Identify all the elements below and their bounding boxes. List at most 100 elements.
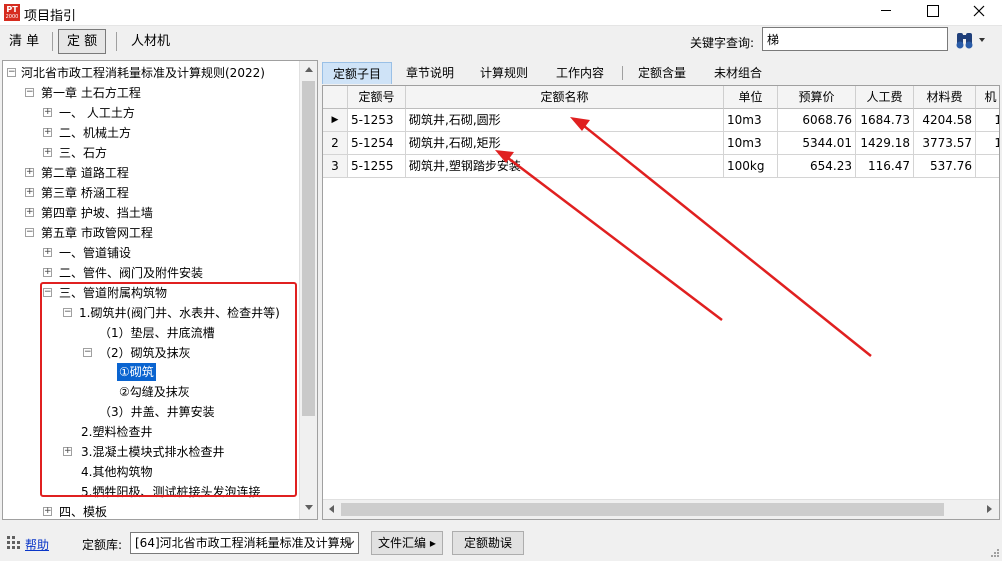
- tree-node-label: 第二章 道路工程: [41, 166, 129, 180]
- close-button[interactable]: [956, 0, 1002, 22]
- table-row[interactable]: ▶ 5-1253 砌筑井,石砌,圆形 10m3 6068.76 1684.73 …: [323, 109, 999, 132]
- header-code[interactable]: 定额号: [348, 86, 406, 109]
- expand-icon[interactable]: +: [43, 507, 52, 516]
- expand-icon[interactable]: +: [63, 447, 72, 456]
- tree-node-label: 四、模板: [59, 505, 108, 519]
- quota-library-label: 定额库:: [82, 538, 123, 552]
- table-row[interactable]: 3 5-1255 砌筑井,塑钢踏步安装 100kg 654.23 116.47 …: [323, 155, 999, 178]
- quota-library-value: [64]河北省市政工程消耗量标准及计算规: [135, 536, 352, 550]
- expand-icon[interactable]: +: [25, 188, 34, 197]
- tab-material-combo[interactable]: 未材组合: [704, 62, 772, 84]
- tab-chapter-notes[interactable]: 章节说明: [396, 62, 464, 84]
- cell-price: 6068.76: [778, 109, 856, 132]
- qingdan-tab-button[interactable]: 清 单: [2, 29, 46, 54]
- cell-material: 3773.57: [914, 132, 976, 155]
- quota-library-select[interactable]: [64]河北省市政工程消耗量标准及计算规: [130, 532, 359, 554]
- row-indicator: 2: [323, 132, 348, 155]
- cell-code: 5-1254: [348, 132, 406, 155]
- tree-node-label: （3）井盖、井箅安装: [99, 405, 215, 419]
- expand-icon[interactable]: +: [43, 148, 52, 157]
- expand-icon[interactable]: +: [43, 268, 52, 277]
- cell-machine: 1: [976, 132, 999, 155]
- scroll-right-icon[interactable]: [987, 505, 992, 513]
- close-icon: [973, 5, 985, 17]
- maximize-button[interactable]: [910, 0, 956, 22]
- cell-name: 砌筑井,石砌,圆形: [406, 109, 724, 132]
- tree-node-label: 5.牺牲阳极、测试桩接头发泡连接: [81, 485, 261, 499]
- toolbar: 清 单 定 额 人材机 关键字查询:: [0, 26, 1002, 58]
- grid-header-row: 定额号 定额名称 单位 预算价 人工费 材料费 机: [323, 86, 999, 109]
- tree-vertical-scrollbar[interactable]: [299, 61, 317, 519]
- tab-quota-content[interactable]: 定额含量: [628, 62, 696, 84]
- quota-detail-panel: 定额子目 章节说明 计算规则 工作内容 定额含量 未材组合 定额号 定额名称 单…: [322, 60, 1000, 520]
- cell-machine: [976, 155, 999, 178]
- scroll-thumb[interactable]: [341, 503, 944, 516]
- cell-labor: 1684.73: [856, 109, 914, 132]
- collapse-icon[interactable]: −: [25, 228, 34, 237]
- header-machine[interactable]: 机: [976, 86, 999, 109]
- file-compile-button[interactable]: 文件汇编 ▸: [371, 531, 443, 555]
- rencaiji-tab-button[interactable]: 人材机: [124, 29, 177, 54]
- window-title: 项目指引: [24, 9, 77, 24]
- keyword-search-input[interactable]: [762, 27, 948, 51]
- title-bar: PT 2000 项目指引: [0, 0, 1002, 26]
- tree-node-label: 一、管道铺设: [59, 246, 132, 260]
- cell-code: 5-1253: [348, 109, 406, 132]
- collapse-icon[interactable]: −: [63, 308, 72, 317]
- collapse-icon[interactable]: −: [83, 348, 92, 357]
- detail-tabs: 定额子目 章节说明 计算规则 工作内容 定额含量 未材组合: [322, 60, 1000, 84]
- header-unit[interactable]: 单位: [724, 86, 778, 109]
- tab-quota-items[interactable]: 定额子目: [322, 62, 393, 84]
- tree-node-label: 三、管道附属构筑物: [59, 286, 168, 300]
- cell-price: 654.23: [778, 155, 856, 178]
- tree-node-label: 第四章 护坡、挡土墙: [41, 206, 153, 220]
- tab-divider: [622, 66, 623, 80]
- tree-node-label: 一、 人工土方: [59, 106, 135, 120]
- tree-node-label: （2）砌筑及抹灰: [99, 346, 191, 360]
- scroll-down-icon[interactable]: [305, 505, 313, 510]
- grid-dots-icon: [7, 536, 20, 549]
- collapse-icon[interactable]: −: [7, 68, 16, 77]
- tree-node-label: ②勾缝及抹灰: [119, 385, 190, 399]
- toolbar-divider: [52, 32, 53, 51]
- grid-horizontal-scrollbar[interactable]: [323, 499, 999, 519]
- scroll-up-icon[interactable]: [305, 67, 313, 72]
- chevron-down-icon: [346, 540, 354, 546]
- search-button[interactable]: [955, 30, 991, 50]
- expand-icon[interactable]: +: [43, 248, 52, 257]
- expand-icon[interactable]: +: [25, 168, 34, 177]
- header-name[interactable]: 定额名称: [406, 86, 724, 109]
- table-row[interactable]: 2 5-1254 砌筑井,石砌,矩形 10m3 5344.01 1429.18 …: [323, 132, 999, 155]
- quota-grid[interactable]: 定额号 定额名称 单位 预算价 人工费 材料费 机 ▶ 5-1253 砌筑井,石…: [322, 85, 1000, 520]
- expand-icon[interactable]: +: [43, 128, 52, 137]
- dinge-tab-button[interactable]: 定 额: [58, 29, 107, 54]
- binoculars-icon: [956, 33, 985, 49]
- cell-name: 砌筑井,石砌,矩形: [406, 132, 724, 155]
- help-link[interactable]: 帮助: [25, 536, 49, 553]
- row-indicator: 3: [323, 155, 348, 178]
- header-material[interactable]: 材料费: [914, 86, 976, 109]
- expand-icon[interactable]: +: [25, 208, 34, 217]
- cell-code: 5-1255: [348, 155, 406, 178]
- tab-work-content[interactable]: 工作内容: [546, 62, 614, 84]
- minimize-button[interactable]: [864, 0, 910, 22]
- collapse-icon[interactable]: −: [43, 288, 52, 297]
- resize-grip-icon[interactable]: [990, 548, 1000, 558]
- tree-node-label: 第一章 土石方工程: [41, 86, 141, 100]
- keyword-label: 关键字查询:: [690, 36, 755, 50]
- tab-calc-rules[interactable]: 计算规则: [470, 62, 538, 84]
- cell-unit: 100kg: [724, 155, 778, 178]
- header-labor[interactable]: 人工费: [856, 86, 914, 109]
- header-price[interactable]: 预算价: [778, 86, 856, 109]
- cell-labor: 1429.18: [856, 132, 914, 155]
- scroll-thumb[interactable]: [302, 81, 315, 416]
- quota-errata-button[interactable]: 定额勘误: [452, 531, 524, 555]
- expand-icon[interactable]: +: [43, 108, 52, 117]
- collapse-icon[interactable]: −: [25, 88, 34, 97]
- quota-tree-panel[interactable]: − 河北省市政工程消耗量标准及计算规则(2022) − 第一章 土石方工程 + …: [2, 60, 318, 520]
- toolbar-divider: [116, 32, 117, 51]
- cell-machine: 1: [976, 109, 999, 132]
- cell-price: 5344.01: [778, 132, 856, 155]
- scroll-left-icon[interactable]: [329, 505, 334, 513]
- tree-node-label: 二、机械土方: [59, 126, 132, 140]
